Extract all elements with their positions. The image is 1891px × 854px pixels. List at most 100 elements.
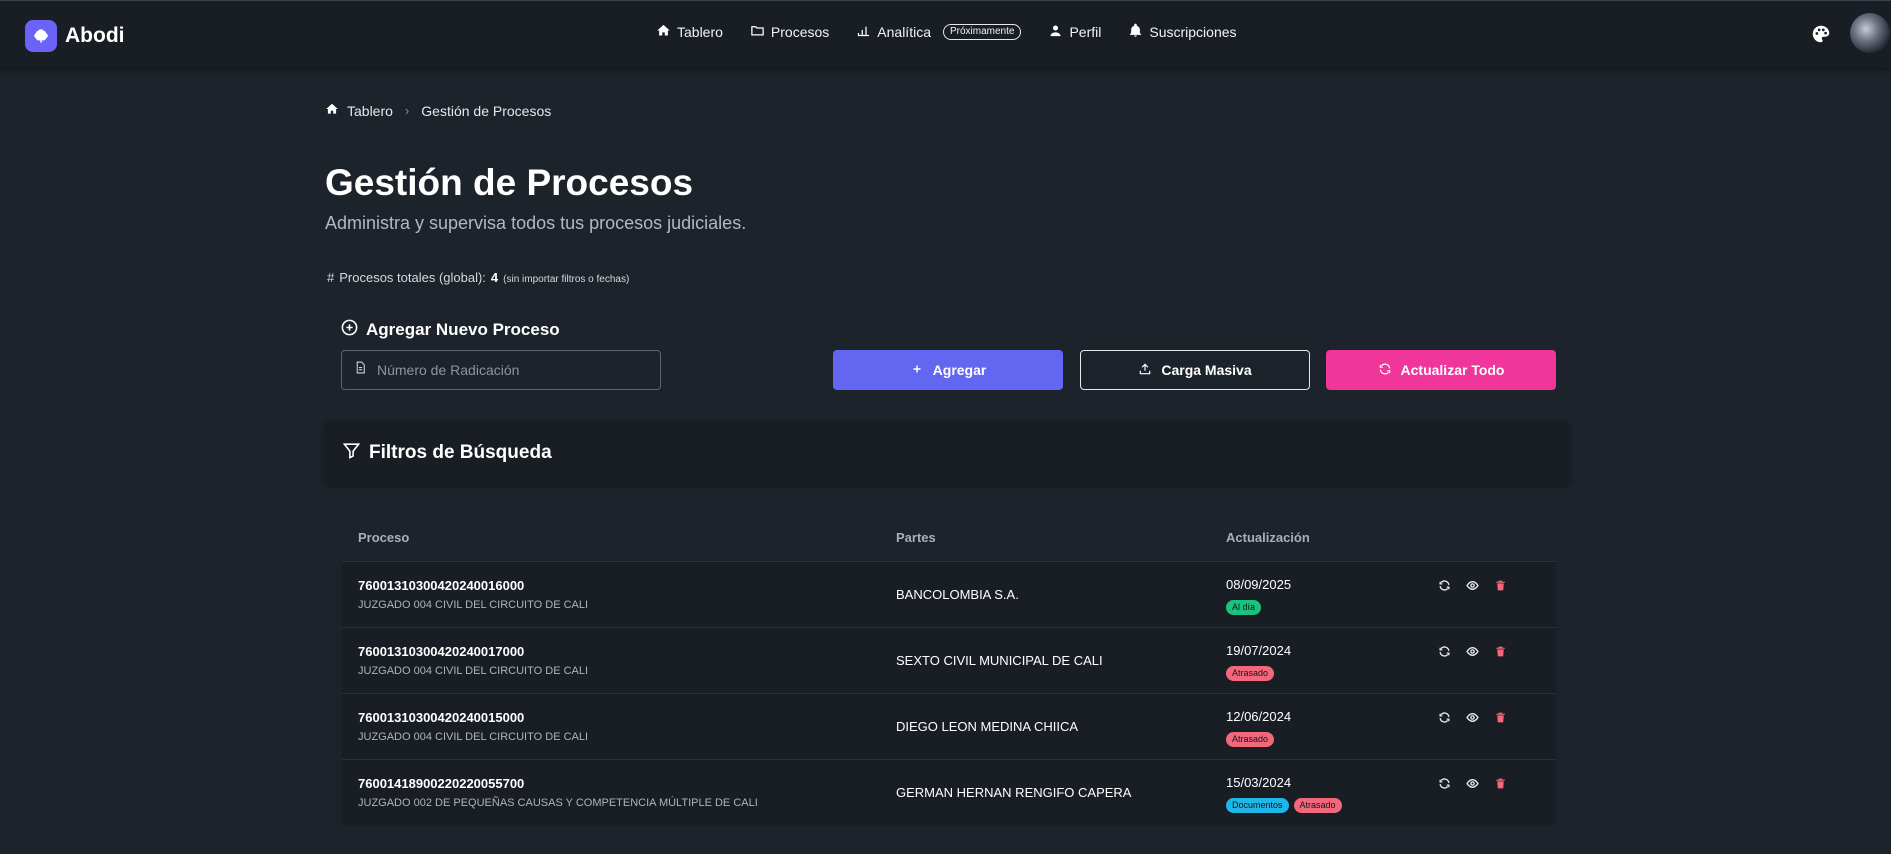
nav-item-label: Suscripciones [1149,24,1237,40]
header-update: Actualización [1226,530,1310,545]
nav-item-procesos[interactable]: Procesos [750,23,829,41]
table-row[interactable]: 76001310300420240015000 JUZGADO 004 CIVI… [342,693,1556,759]
refresh-all-button[interactable]: Actualizar Todo [1326,350,1556,390]
top-navbar: Abodi Tablero Procesos Analítica Próxima… [0,0,1891,68]
refresh-icon [1378,362,1392,379]
process-number[interactable]: 76001310300420240015000 [358,710,524,725]
table-row[interactable]: 76001310300420240017000 JUZGADO 004 CIVI… [342,627,1556,693]
breadcrumb-current: Gestión de Procesos [421,102,552,119]
avatar[interactable] [1850,13,1890,53]
total-count: 4 [490,270,499,285]
trash-icon[interactable] [1494,579,1507,592]
trash-icon[interactable] [1494,645,1507,658]
brain-logo-icon [25,20,57,52]
radicacion-field[interactable] [341,350,661,390]
court-name: JUZGADO 002 DE PEQUEÑAS CAUSAS Y COMPETE… [358,797,758,809]
brand-name: Abodi [65,24,125,47]
breadcrumb: Tablero › Gestión de Procesos [325,102,551,119]
eye-icon[interactable] [1466,645,1479,658]
status-badge: Atrasado [1226,732,1275,747]
chevron-right-icon: › [404,103,410,118]
bulk-upload-label: Carga Masiva [1161,362,1252,378]
total-note: (sin importar filtros o fechas) [503,274,630,285]
court-name: JUZGADO 004 CIVIL DEL CIRCUITO DE CALI [358,665,589,677]
update-date: 19/07/2024 [1226,643,1292,658]
eye-icon[interactable] [1466,777,1479,790]
bulk-upload-button[interactable]: Carga Masiva [1080,350,1310,390]
court-name: JUZGADO 004 CIVIL DEL CIRCUITO DE CALI [358,599,589,611]
radicacion-input[interactable] [375,361,649,379]
refresh-all-label: Actualizar Todo [1400,362,1505,378]
eye-icon[interactable] [1466,711,1479,724]
nav-item-perfil[interactable]: Perfil [1048,23,1101,41]
trash-icon[interactable] [1494,777,1507,790]
header-process: Proceso [358,530,410,545]
nav-item-label: Procesos [770,24,830,40]
hash-icon: # [327,270,335,285]
plus-circle-icon [340,318,359,342]
document-icon [354,361,367,379]
refresh-icon[interactable] [1438,579,1451,592]
nav-item-label: Perfil [1069,24,1102,40]
row-actions [1438,645,1507,658]
add-button-label: Agregar [932,362,987,378]
process-table: Proceso Partes Actualización 76001310300… [325,504,1570,854]
plus-icon [910,362,924,379]
page-title: Gestión de Procesos [325,162,694,203]
status-tags: Atrasado [1226,666,1275,681]
filters-title: Filtros de Búsqueda [369,442,552,463]
row-actions [1438,777,1507,790]
nav-item-tablero[interactable]: Tablero [656,23,723,41]
party-name: GERMAN HERNAN RENGIFO CAPERA [896,785,1132,800]
total-processes: # Procesos totales (global): 4 (sin impo… [327,270,629,285]
trash-icon[interactable] [1494,711,1507,724]
home-icon [656,23,671,41]
folder-icon [750,23,765,41]
status-badge: Atrasado [1226,666,1275,681]
user-icon [1048,23,1063,41]
nav-item-analitica[interactable]: Analítica Próximamente [856,23,1022,41]
upload-icon [1138,362,1152,379]
eye-icon[interactable] [1466,579,1479,592]
add-button[interactable]: Agregar [833,350,1063,390]
bell-icon [1128,23,1143,41]
brand[interactable]: Abodi [25,20,124,52]
header-parties: Partes [896,530,936,545]
nav-item-suscripciones[interactable]: Suscripciones [1128,23,1237,41]
status-tags: Al día [1226,600,1262,615]
table-row[interactable]: 76001418900220220055700 JUZGADO 002 DE P… [342,759,1556,825]
total-label: Procesos totales (global): [339,270,486,285]
status-badge: Al día [1226,600,1262,615]
breadcrumb-home[interactable]: Tablero [347,103,393,119]
nav-item-label: Analítica [877,24,931,40]
party-name: BANCOLOMBIA S.A. [896,587,1019,602]
refresh-icon[interactable] [1438,777,1451,790]
process-number[interactable]: 76001418900220220055700 [358,776,524,791]
chart-icon [856,23,871,41]
nav-item-label: Tablero [677,24,723,40]
search-filters-panel[interactable]: Filtros de Búsqueda [325,421,1570,485]
table-row[interactable]: 76001310300420240016000 JUZGADO 004 CIVI… [342,561,1556,627]
palette-icon[interactable] [1810,23,1832,45]
update-date: 08/09/2025 [1226,577,1292,592]
page-subtitle: Administra y supervisa todos tus proceso… [325,213,747,233]
row-actions [1438,579,1507,592]
update-date: 12/06/2024 [1226,709,1292,724]
add-process-title: Agregar Nuevo Proceso [340,318,560,342]
party-name: SEXTO CIVIL MUNICIPAL DE CALI [896,653,1103,668]
home-icon [325,102,339,119]
status-badge: Documentos [1226,798,1289,813]
main-nav: Tablero Procesos Analítica Próximamente … [656,23,1237,41]
add-process-title-text: Agregar Nuevo Proceso [366,320,560,339]
process-number[interactable]: 76001310300420240016000 [358,578,524,593]
status-tags: Atrasado [1226,732,1275,747]
row-actions [1438,711,1507,724]
coming-soon-badge: Próximamente [942,24,1022,40]
refresh-icon[interactable] [1438,645,1451,658]
status-badge: Atrasado [1293,798,1342,813]
court-name: JUZGADO 004 CIVIL DEL CIRCUITO DE CALI [358,731,589,743]
status-tags: Documentos Atrasado [1226,798,1342,813]
process-number[interactable]: 76001310300420240017000 [358,644,524,659]
table-header: Proceso Partes Actualización [342,504,1556,561]
refresh-icon[interactable] [1438,711,1451,724]
